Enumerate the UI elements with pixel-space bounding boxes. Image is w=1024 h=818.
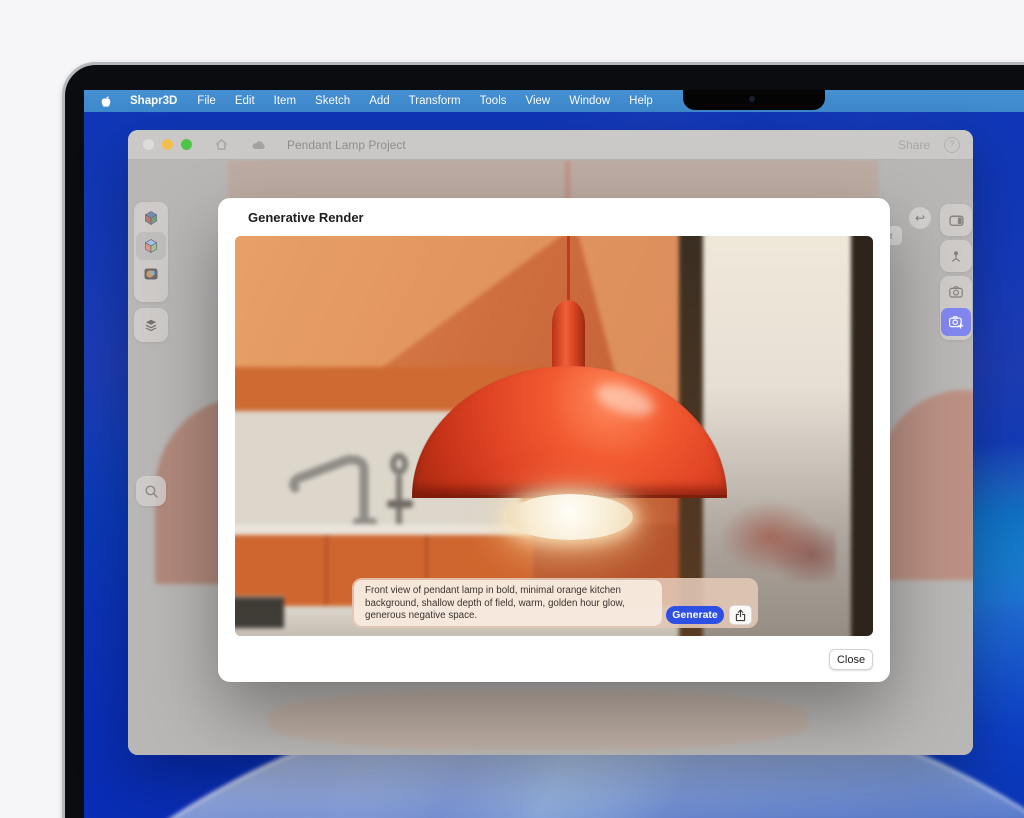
prompt-bar: Front view of pendant lamp in bold, mini… <box>352 578 758 628</box>
menu-view[interactable]: View <box>526 95 551 107</box>
zoom-search-button[interactable] <box>136 476 166 506</box>
menu-tools[interactable]: Tools <box>480 95 507 107</box>
menu-file[interactable]: File <box>197 95 216 107</box>
window-titlebar: Pendant Lamp Project Share ? <box>128 130 973 160</box>
export-icon <box>734 609 747 622</box>
generate-button[interactable]: Generate <box>666 606 724 624</box>
export-button[interactable] <box>729 605 752 625</box>
dimmed-lamp-cord <box>566 160 569 202</box>
countertop <box>235 524 533 535</box>
window-frame-right <box>851 236 873 636</box>
panel-toggle-icon[interactable] <box>941 206 971 234</box>
orientation-gimbal-icon[interactable] <box>941 242 971 270</box>
pendant-lamp-cap <box>552 300 585 372</box>
magnifier-icon <box>143 483 160 500</box>
right-toolbar-cameras <box>940 276 972 340</box>
layers-isolate-icon[interactable] <box>136 311 166 339</box>
right-toolbar-panel <box>940 204 972 236</box>
dialog-title: Generative Render <box>248 210 364 225</box>
prompt-line-2: background, shallow depth of field, warm… <box>365 598 662 611</box>
render-style-tool-icon[interactable] <box>136 260 166 288</box>
apple-menu-icon[interactable] <box>99 94 113 109</box>
generated-render-image: Front view of pendant lamp in bold, mini… <box>235 236 873 636</box>
right-toolbar-gimbal <box>940 240 972 272</box>
menu-edit[interactable]: Edit <box>235 95 255 107</box>
traffic-light-minimize[interactable] <box>162 139 173 150</box>
prompt-line-3: generous negative space. <box>365 610 662 623</box>
generative-render-dialog: Generative Render <box>218 198 890 682</box>
dimmed-lamp-dome-right <box>876 390 973 580</box>
undo-button[interactable]: ↩ <box>909 207 931 229</box>
menu-transform[interactable]: Transform <box>409 95 461 107</box>
menu-help[interactable]: Help <box>629 95 653 107</box>
page: Shapr3D File Edit Item Sketch Add Transf… <box>0 0 1024 818</box>
lamp-highlight <box>592 378 657 421</box>
dimmed-counter <box>268 690 808 750</box>
prompt-line-1: Front view of pendant lamp in bold, mini… <box>365 585 662 598</box>
traffic-light-zoom[interactable] <box>181 139 192 150</box>
menu-sketch[interactable]: Sketch <box>315 95 350 107</box>
left-toolbar-layers <box>134 308 168 342</box>
material-tool-icon-selected[interactable] <box>136 232 166 260</box>
traffic-light-close[interactable] <box>143 139 154 150</box>
home-icon[interactable] <box>214 137 229 152</box>
generative-render-button[interactable] <box>941 308 971 336</box>
camera-notch <box>683 90 825 110</box>
solid-body-tool-icon[interactable] <box>136 204 166 232</box>
window-glass <box>703 236 851 636</box>
camera-sparkle-icon <box>948 314 964 330</box>
cloud-sync-icon[interactable] <box>251 137 267 153</box>
prompt-text-field[interactable]: Front view of pendant lamp in bold, mini… <box>354 580 662 626</box>
menu-item[interactable]: Item <box>274 95 296 107</box>
menu-add[interactable]: Add <box>369 95 389 107</box>
blurred-cityscape <box>718 492 836 582</box>
pendant-lamp-cord <box>567 236 570 304</box>
pendant-lamp-bulb <box>507 494 633 540</box>
help-button[interactable]: ? <box>944 137 960 153</box>
share-button[interactable]: Share <box>898 138 930 152</box>
window-title: Pendant Lamp Project <box>287 138 406 152</box>
left-toolbar-main <box>134 202 168 302</box>
menubar-app-name[interactable]: Shapr3D <box>130 95 177 107</box>
menubar: Shapr3D File Edit Item Sketch Add Transf… <box>84 90 1024 112</box>
close-button[interactable]: Close <box>829 649 873 670</box>
camera-view-icon[interactable] <box>941 278 971 306</box>
webcam-dot <box>749 96 755 102</box>
undo-icon: ↩ <box>915 211 925 225</box>
menu-window[interactable]: Window <box>569 95 610 107</box>
cooktop <box>235 596 284 628</box>
